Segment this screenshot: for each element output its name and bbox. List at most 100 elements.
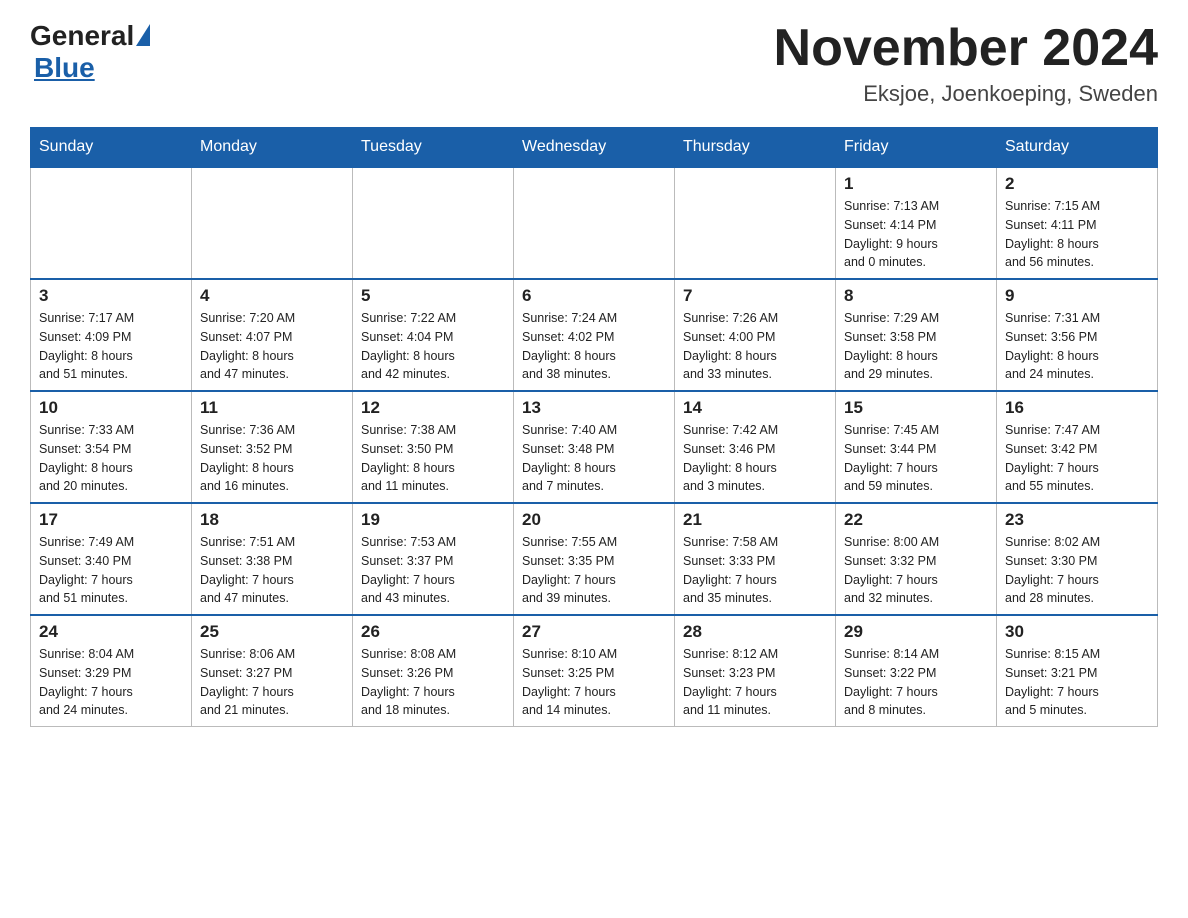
calendar-week-row: 24 Sunrise: 8:04 AMSunset: 3:29 PMDayligh… xyxy=(31,615,1158,727)
day-info: Sunrise: 7:17 AMSunset: 4:09 PMDaylight:… xyxy=(39,309,183,384)
calendar-cell: 7Sunrise: 7:26 AMSunset: 4:00 PMDaylight… xyxy=(675,279,836,391)
calendar-cell xyxy=(514,167,675,279)
day-number: 13 xyxy=(522,398,666,418)
day-number: 29 xyxy=(844,622,988,642)
calendar-header-tuesday: Tuesday xyxy=(353,128,514,168)
day-number: 23 xyxy=(1005,510,1149,530)
day-number: 2 xyxy=(1005,174,1149,194)
calendar-cell: 3 Sunrise: 7:17 AMSunset: 4:09 PMDaylight… xyxy=(31,279,192,391)
calendar-cell: 24 Sunrise: 8:04 AMSunset: 3:29 PMDayligh… xyxy=(31,615,192,727)
day-number: 20 xyxy=(522,510,666,530)
day-info: Sunrise: 7:53 AMSunset: 3:37 PMDaylight:… xyxy=(361,533,505,608)
day-info: Sunrise: 7:36 AMSunset: 3:52 PMDaylight:… xyxy=(200,421,344,496)
calendar-cell: 8 Sunrise: 7:29 AMSunset: 3:58 PMDaylight… xyxy=(836,279,997,391)
day-number: 9 xyxy=(1005,286,1149,306)
calendar-cell: 29Sunrise: 8:14 AMSunset: 3:22 PMDayligh… xyxy=(836,615,997,727)
calendar-cell xyxy=(675,167,836,279)
day-info: Sunrise: 7:20 AMSunset: 4:07 PMDaylight:… xyxy=(200,309,344,384)
day-number: 25 xyxy=(200,622,344,642)
calendar-cell: 12 Sunrise: 7:38 AMSunset: 3:50 PMDayligh… xyxy=(353,391,514,503)
day-number: 5 xyxy=(361,286,505,306)
calendar-week-row: 17Sunrise: 7:49 AMSunset: 3:40 PMDayligh… xyxy=(31,503,1158,615)
calendar-cell xyxy=(192,167,353,279)
day-info: Sunrise: 8:15 AMSunset: 3:21 PMDaylight:… xyxy=(1005,645,1149,720)
day-number: 30 xyxy=(1005,622,1149,642)
calendar-table: SundayMondayTuesdayWednesdayThursdayFrid… xyxy=(30,127,1158,727)
calendar-header-wednesday: Wednesday xyxy=(514,128,675,168)
day-info: Sunrise: 7:24 AMSunset: 4:02 PMDaylight:… xyxy=(522,309,666,384)
logo-general-text: General xyxy=(30,20,134,52)
calendar-cell: 28 Sunrise: 8:12 AMSunset: 3:23 PMDayligh… xyxy=(675,615,836,727)
calendar-cell: 18 Sunrise: 7:51 AMSunset: 3:38 PMDayligh… xyxy=(192,503,353,615)
day-info: Sunrise: 8:00 AMSunset: 3:32 PMDaylight:… xyxy=(844,533,988,608)
calendar-cell: 25 Sunrise: 8:06 AMSunset: 3:27 PMDayligh… xyxy=(192,615,353,727)
day-number: 18 xyxy=(200,510,344,530)
day-number: 22 xyxy=(844,510,988,530)
day-number: 27 xyxy=(522,622,666,642)
calendar-cell: 13 Sunrise: 7:40 AMSunset: 3:48 PMDayligh… xyxy=(514,391,675,503)
day-info: Sunrise: 8:06 AMSunset: 3:27 PMDaylight:… xyxy=(200,645,344,720)
day-number: 19 xyxy=(361,510,505,530)
day-number: 1 xyxy=(844,174,988,194)
day-info: Sunrise: 8:10 AMSunset: 3:25 PMDaylight:… xyxy=(522,645,666,720)
calendar-header-row: SundayMondayTuesdayWednesdayThursdayFrid… xyxy=(31,128,1158,168)
day-info: Sunrise: 7:47 AMSunset: 3:42 PMDaylight:… xyxy=(1005,421,1149,496)
calendar-header-thursday: Thursday xyxy=(675,128,836,168)
calendar-cell: 14Sunrise: 7:42 AMSunset: 3:46 PMDayligh… xyxy=(675,391,836,503)
day-number: 7 xyxy=(683,286,827,306)
calendar-cell: 9 Sunrise: 7:31 AMSunset: 3:56 PMDaylight… xyxy=(997,279,1158,391)
calendar-cell: 19 Sunrise: 7:53 AMSunset: 3:37 PMDayligh… xyxy=(353,503,514,615)
day-number: 24 xyxy=(39,622,183,642)
calendar-cell: 11 Sunrise: 7:36 AMSunset: 3:52 PMDayligh… xyxy=(192,391,353,503)
calendar-cell: 4Sunrise: 7:20 AMSunset: 4:07 PMDaylight… xyxy=(192,279,353,391)
day-info: Sunrise: 8:12 AMSunset: 3:23 PMDaylight:… xyxy=(683,645,827,720)
calendar-header-monday: Monday xyxy=(192,128,353,168)
day-info: Sunrise: 8:04 AMSunset: 3:29 PMDaylight:… xyxy=(39,645,183,720)
calendar-cell: 10Sunrise: 7:33 AMSunset: 3:54 PMDayligh… xyxy=(31,391,192,503)
day-info: Sunrise: 7:45 AMSunset: 3:44 PMDaylight:… xyxy=(844,421,988,496)
calendar-cell: 15 Sunrise: 7:45 AMSunset: 3:44 PMDayligh… xyxy=(836,391,997,503)
calendar-cell: 30 Sunrise: 8:15 AMSunset: 3:21 PMDayligh… xyxy=(997,615,1158,727)
calendar-cell: 27 Sunrise: 8:10 AMSunset: 3:25 PMDayligh… xyxy=(514,615,675,727)
calendar-cell: 20Sunrise: 7:55 AMSunset: 3:35 PMDayligh… xyxy=(514,503,675,615)
day-info: Sunrise: 7:31 AMSunset: 3:56 PMDaylight:… xyxy=(1005,309,1149,384)
day-info: Sunrise: 7:51 AMSunset: 3:38 PMDaylight:… xyxy=(200,533,344,608)
day-info: Sunrise: 7:40 AMSunset: 3:48 PMDaylight:… xyxy=(522,421,666,496)
day-number: 11 xyxy=(200,398,344,418)
calendar-cell: 1 Sunrise: 7:13 AMSunset: 4:14 PMDaylight… xyxy=(836,167,997,279)
title-block: November 2024 Eksjoe, Joenkoeping, Swede… xyxy=(774,20,1158,107)
day-info: Sunrise: 7:13 AMSunset: 4:14 PMDaylight:… xyxy=(844,197,988,272)
logo-blue-text: Blue xyxy=(34,52,95,84)
calendar-week-row: 10Sunrise: 7:33 AMSunset: 3:54 PMDayligh… xyxy=(31,391,1158,503)
calendar-week-row: 3 Sunrise: 7:17 AMSunset: 4:09 PMDaylight… xyxy=(31,279,1158,391)
calendar-cell xyxy=(353,167,514,279)
day-info: Sunrise: 7:49 AMSunset: 3:40 PMDaylight:… xyxy=(39,533,183,608)
logo: General Blue xyxy=(30,20,150,84)
day-number: 16 xyxy=(1005,398,1149,418)
day-info: Sunrise: 7:38 AMSunset: 3:50 PMDaylight:… xyxy=(361,421,505,496)
calendar-header-sunday: Sunday xyxy=(31,128,192,168)
calendar-cell: 2 Sunrise: 7:15 AMSunset: 4:11 PMDaylight… xyxy=(997,167,1158,279)
day-info: Sunrise: 7:29 AMSunset: 3:58 PMDaylight:… xyxy=(844,309,988,384)
day-number: 8 xyxy=(844,286,988,306)
calendar-week-row: 1 Sunrise: 7:13 AMSunset: 4:14 PMDaylight… xyxy=(31,167,1158,279)
location-subtitle: Eksjoe, Joenkoeping, Sweden xyxy=(774,81,1158,107)
calendar-cell: 6 Sunrise: 7:24 AMSunset: 4:02 PMDaylight… xyxy=(514,279,675,391)
day-number: 10 xyxy=(39,398,183,418)
day-info: Sunrise: 8:02 AMSunset: 3:30 PMDaylight:… xyxy=(1005,533,1149,608)
day-number: 6 xyxy=(522,286,666,306)
day-number: 12 xyxy=(361,398,505,418)
day-number: 15 xyxy=(844,398,988,418)
day-number: 28 xyxy=(683,622,827,642)
day-info: Sunrise: 7:15 AMSunset: 4:11 PMDaylight:… xyxy=(1005,197,1149,272)
day-number: 3 xyxy=(39,286,183,306)
day-info: Sunrise: 8:08 AMSunset: 3:26 PMDaylight:… xyxy=(361,645,505,720)
calendar-cell: 22 Sunrise: 8:00 AMSunset: 3:32 PMDayligh… xyxy=(836,503,997,615)
logo-triangle-icon xyxy=(136,24,150,46)
calendar-cell: 16 Sunrise: 7:47 AMSunset: 3:42 PMDayligh… xyxy=(997,391,1158,503)
month-title: November 2024 xyxy=(774,20,1158,77)
calendar-cell: 17Sunrise: 7:49 AMSunset: 3:40 PMDayligh… xyxy=(31,503,192,615)
calendar-header-friday: Friday xyxy=(836,128,997,168)
calendar-cell: 26Sunrise: 8:08 AMSunset: 3:26 PMDayligh… xyxy=(353,615,514,727)
calendar-cell: 5Sunrise: 7:22 AMSunset: 4:04 PMDaylight… xyxy=(353,279,514,391)
